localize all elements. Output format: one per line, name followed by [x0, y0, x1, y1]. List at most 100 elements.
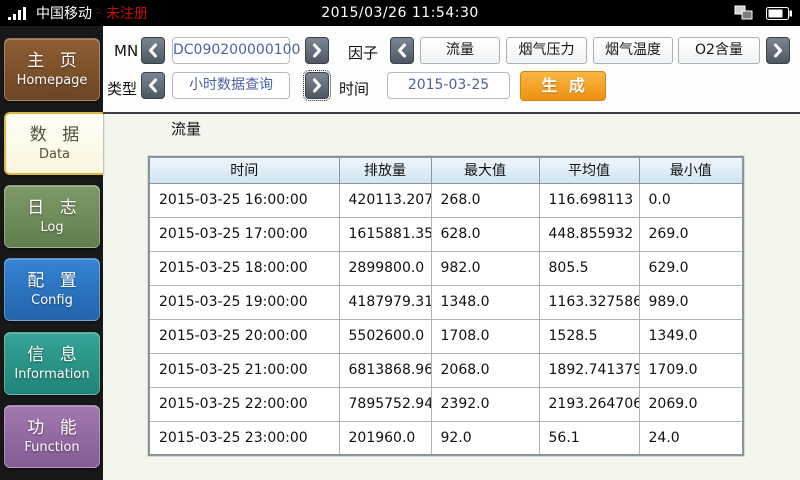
table-row[interactable]: 2015-03-25 23:00:00201960.092.056.124.0	[149, 421, 743, 455]
factor-prev-button[interactable]	[390, 37, 414, 64]
sidebar-item-label-zh: 日 志	[27, 197, 76, 219]
sidebar-item-label-zh: 信 息	[27, 344, 76, 366]
table-cell: 1709.0	[639, 353, 743, 387]
table-row[interactable]: 2015-03-25 16:00:00420113.207547268.0116…	[149, 183, 743, 217]
factor-label: 因子	[348, 42, 378, 63]
table-cell: 629.0	[639, 251, 743, 285]
sidebar-item-homepage[interactable]: 主 页 Homepage	[4, 38, 100, 101]
table-cell: 2015-03-25 23:00:00	[149, 421, 339, 455]
battery-icon	[766, 7, 792, 20]
table-cell: 56.1	[539, 421, 639, 455]
sidebar-item-label-en: Log	[40, 219, 63, 236]
table-cell: 2015-03-25 16:00:00	[149, 183, 339, 217]
table-cell: 268.0	[431, 183, 539, 217]
table-row[interactable]: 2015-03-25 22:00:007895752.9411···2392.0…	[149, 387, 743, 421]
chevron-left-icon	[148, 78, 158, 93]
column-header-emission: 排放量	[339, 157, 431, 183]
chevron-right-icon	[312, 43, 322, 58]
sidebar-item-label-zh: 配 置	[27, 270, 76, 292]
table-cell: 4187979.3103···	[339, 285, 431, 319]
factor-button-gas-pressure[interactable]: 烟气压力	[506, 37, 587, 64]
table-cell: 2015-03-25 21:00:00	[149, 353, 339, 387]
factor-next-button[interactable]	[766, 37, 790, 64]
time-field[interactable]: 2015-03-25	[387, 72, 510, 99]
table-cell: 92.0	[431, 421, 539, 455]
sidebar-item-config[interactable]: 配 置 Config	[4, 258, 100, 321]
time-label: 时间	[339, 78, 369, 99]
table-cell: 1163.327586	[539, 285, 639, 319]
chevron-left-icon	[148, 43, 158, 58]
table-cell: 2899800.0	[339, 251, 431, 285]
sidebar-item-label-en: Function	[24, 439, 79, 456]
sidebar-item-log[interactable]: 日 志 Log	[4, 185, 100, 248]
type-label: 类型	[107, 78, 137, 99]
status-bar: 中国移动 未注册 2015/03/26 11:54:30	[0, 0, 800, 26]
table-title: 流量	[171, 118, 201, 139]
table-cell: 24.0	[639, 421, 743, 455]
table-cell: 2392.0	[431, 387, 539, 421]
table-cell: 2015-03-25 22:00:00	[149, 387, 339, 421]
table-cell: 0.0	[639, 183, 743, 217]
table-row[interactable]: 2015-03-25 17:00:001615881.3559···628.04…	[149, 217, 743, 251]
table-cell: 989.0	[639, 285, 743, 319]
sidebar-item-label-en: Config	[31, 292, 73, 309]
sidebar-item-label-zh: 数 据	[30, 124, 79, 146]
table-cell: 982.0	[431, 251, 539, 285]
table-cell: 2015-03-25 17:00:00	[149, 217, 339, 251]
sidebar-item-information[interactable]: 信 息 Information	[4, 332, 100, 395]
sidebar-item-function[interactable]: 功 能 Function	[4, 405, 100, 468]
table-cell: 2193.264706	[539, 387, 639, 421]
table-header-row: 时间 排放量 最大值 平均值 最小值	[149, 157, 743, 183]
table-cell: 1349.0	[639, 319, 743, 353]
table-row[interactable]: 2015-03-25 20:00:005502600.01708.01528.5…	[149, 319, 743, 353]
mn-label: MN	[114, 42, 138, 60]
type-field[interactable]: 小时数据查询	[172, 72, 290, 99]
table-cell: 448.855932	[539, 217, 639, 251]
table-cell: 269.0	[639, 217, 743, 251]
column-header-max: 最大值	[431, 157, 539, 183]
chevron-right-icon	[773, 43, 783, 58]
sidebar-item-label-en: Data	[39, 146, 70, 163]
table-cell: 420113.207547	[339, 183, 431, 217]
sidebar-nav: 主 页 Homepage 数 据 Data 日 志 Log 配 置 Config…	[0, 26, 103, 480]
table-cell: 1528.5	[539, 319, 639, 353]
network-status-icon	[734, 5, 754, 21]
table-cell: 805.5	[539, 251, 639, 285]
column-header-min: 最小值	[639, 157, 743, 183]
column-header-avg: 平均值	[539, 157, 639, 183]
table-cell: 2015-03-25 20:00:00	[149, 319, 339, 353]
table-row[interactable]: 2015-03-25 18:00:002899800.0982.0805.562…	[149, 251, 743, 285]
table-cell: 2015-03-25 19:00:00	[149, 285, 339, 319]
column-header-time: 时间	[149, 157, 339, 183]
table-cell: 628.0	[431, 217, 539, 251]
table-cell: 1615881.3559···	[339, 217, 431, 251]
factor-button-gas-temperature[interactable]: 烟气温度	[593, 37, 673, 64]
table-cell: 116.698113	[539, 183, 639, 217]
factor-button-o2-content[interactable]: O2含量	[678, 37, 760, 64]
chevron-right-icon	[312, 78, 322, 93]
panel-divider	[103, 112, 800, 114]
table-cell: 201960.0	[339, 421, 431, 455]
type-next-button[interactable]	[305, 72, 329, 99]
mn-field[interactable]: DC090200000100	[172, 37, 290, 64]
table-cell: 2015-03-25 18:00:00	[149, 251, 339, 285]
table-cell: 1892.741379	[539, 353, 639, 387]
mn-next-button[interactable]	[305, 37, 329, 64]
type-prev-button[interactable]	[141, 72, 165, 99]
table-row[interactable]: 2015-03-25 21:00:006813868.9655···2068.0…	[149, 353, 743, 387]
generate-button[interactable]: 生 成	[520, 71, 606, 101]
sidebar-item-label-zh: 功 能	[27, 417, 76, 439]
table-cell: 6813868.9655···	[339, 353, 431, 387]
table-row[interactable]: 2015-03-25 19:00:004187979.3103···1348.0…	[149, 285, 743, 319]
factor-button-flow[interactable]: 流量	[420, 37, 500, 64]
status-clock: 2015/03/26 11:54:30	[0, 5, 800, 21]
table-cell: 7895752.9411···	[339, 387, 431, 421]
mn-prev-button[interactable]	[141, 37, 165, 64]
data-table: 时间 排放量 最大值 平均值 最小值 2015-03-25 16:00:0042…	[148, 156, 744, 456]
sidebar-item-label-en: Information	[14, 366, 89, 383]
sidebar-item-data-active[interactable]: 数 据 Data	[4, 112, 103, 175]
table-cell: 1708.0	[431, 319, 539, 353]
sidebar-item-label-zh: 主 页	[27, 50, 76, 72]
table-cell: 5502600.0	[339, 319, 431, 353]
table-cell: 1348.0	[431, 285, 539, 319]
